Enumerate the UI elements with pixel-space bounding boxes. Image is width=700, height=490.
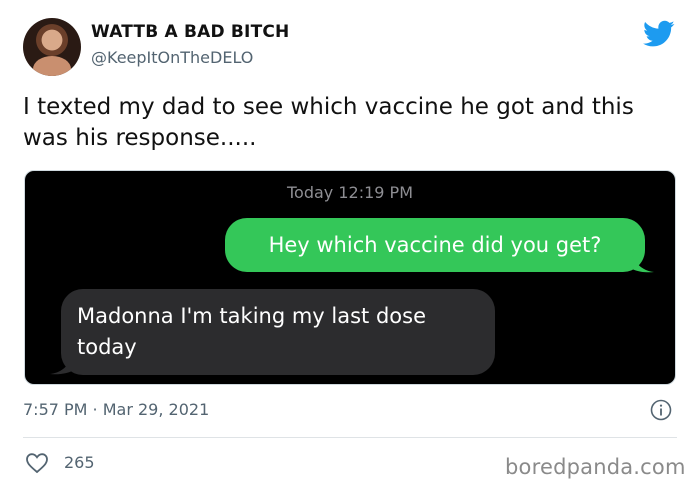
author-avatar[interactable] <box>23 18 81 76</box>
author-display-name[interactable]: WATTB A BAD BITCH <box>91 22 290 42</box>
author-handle[interactable]: @KeepItOnTheDELO <box>91 48 253 67</box>
heart-icon[interactable] <box>25 452 49 474</box>
message-timestamp: Today 12:19 PM <box>286 183 413 202</box>
received-bubble-tail <box>50 357 72 375</box>
tweet-text: I texted my dad to see which vaccine he … <box>23 94 634 151</box>
like-count: 265 <box>64 453 95 472</box>
info-icon[interactable] <box>650 399 672 421</box>
sent-message-bubble: Hey which vaccine did you get? <box>225 218 645 272</box>
divider <box>23 437 677 438</box>
source-watermark: boredpanda.com <box>505 455 686 479</box>
tweet-timestamp[interactable]: 7:57 PM · Mar 29, 2021 <box>23 400 209 419</box>
received-message-bubble: Madonna I'm taking my last dose today <box>61 289 495 375</box>
sent-bubble-tail <box>632 255 654 273</box>
twitter-bird-icon[interactable] <box>643 20 675 48</box>
attached-imessage-screenshot[interactable]: Today 12:19 PM Hey which vaccine did you… <box>24 170 676 385</box>
